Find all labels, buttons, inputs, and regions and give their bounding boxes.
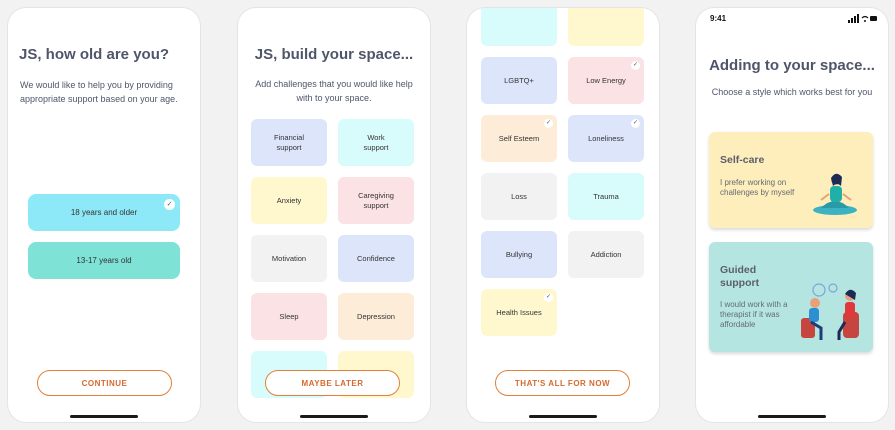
guided-support-card[interactable]: Guided support I would work with a thera… xyxy=(709,242,873,352)
chip-label: Bullying xyxy=(505,249,533,259)
therapy-session-illustration xyxy=(801,283,859,340)
chip-loneliness[interactable]: Loneliness ✓ xyxy=(568,115,644,162)
chip-sleep[interactable]: Sleep xyxy=(251,293,327,340)
chip-label: Loneliness xyxy=(588,133,624,143)
chip-loss[interactable]: Loss xyxy=(481,173,557,220)
style-title: Adding to your space... xyxy=(709,57,875,74)
chip-label: Low Energy xyxy=(586,75,626,85)
thats-all-button[interactable]: THAT'S ALL FOR NOW xyxy=(495,370,630,396)
status-time: 9:41 xyxy=(710,14,727,23)
chip-self-esteem[interactable]: Self Esteem ✓ xyxy=(481,115,557,162)
self-care-card[interactable]: Self-care I prefer working on challenges… xyxy=(709,132,873,228)
age-option-label: 13-17 years old xyxy=(76,256,132,265)
card-title: Self-care xyxy=(720,154,765,166)
maybe-later-button[interactable]: MAYBE LATER xyxy=(265,370,400,396)
chip-partial[interactable] xyxy=(481,8,557,46)
chip-partial[interactable] xyxy=(568,8,644,46)
chip-low-energy[interactable]: Low Energy ✓ xyxy=(568,57,644,104)
chip-lgbtq[interactable]: LGBTQ+ xyxy=(481,57,557,104)
card-body: I prefer working on challenges by myself xyxy=(720,178,795,197)
home-indicator xyxy=(529,415,597,418)
chip-label: Confidence xyxy=(357,253,395,263)
chip-label: Loss xyxy=(511,191,527,201)
check-icon: ✓ xyxy=(164,199,175,210)
meditating-person-illustration xyxy=(813,173,857,215)
chip-depression[interactable]: Depression xyxy=(338,293,414,340)
age-title: JS, how old are you? xyxy=(19,46,170,63)
build-space-subtitle: Add challenges that you would like help … xyxy=(255,79,413,103)
check-icon: ✓ xyxy=(631,119,640,128)
chip-label: Trauma xyxy=(593,191,619,201)
chip-financial-support[interactable]: Financial support xyxy=(251,119,327,166)
build-space-title: JS, build your space... xyxy=(254,46,414,63)
status-icons xyxy=(848,14,878,25)
age-option-adult[interactable]: 18 years and older ✓ xyxy=(28,194,180,231)
chip-motivation[interactable]: Motivation xyxy=(251,235,327,282)
chip-label: Caregiving support xyxy=(358,190,394,210)
chip-label: Self Esteem xyxy=(498,133,540,143)
home-indicator xyxy=(300,415,368,418)
chip-label: Financial support xyxy=(273,132,304,152)
chip-label: Sleep xyxy=(279,311,299,321)
chip-label: Depression xyxy=(357,311,395,321)
chip-caregiving-support[interactable]: Caregiving support xyxy=(338,177,414,224)
style-subtitle: Choose a style which works best for you xyxy=(711,87,873,97)
home-indicator xyxy=(70,415,138,418)
age-option-label: 18 years and older xyxy=(70,208,138,217)
card-title: Guided support xyxy=(720,264,760,289)
age-subtitle: We would like to help you by providing a… xyxy=(20,80,178,104)
chip-trauma[interactable]: Trauma xyxy=(568,173,644,220)
chip-health-issues[interactable]: Health Issues ✓ xyxy=(481,289,557,336)
chip-label: Anxiety xyxy=(276,195,302,205)
signal-wifi-battery-icon xyxy=(848,14,877,23)
chip-label: LGBTQ+ xyxy=(504,75,534,85)
chip-label: Health Issues xyxy=(496,307,542,317)
continue-button[interactable]: CONTINUE xyxy=(37,370,172,396)
chip-confidence[interactable]: Confidence xyxy=(338,235,414,282)
chip-label: Work support xyxy=(363,132,389,152)
challenges-scrolled-screen: LGBTQ+ Low Energy ✓ Self Esteem ✓ Loneline… xyxy=(467,8,659,422)
card-body: I would work with a therapist if it was … xyxy=(720,300,788,329)
chip-anxiety[interactable]: Anxiety xyxy=(251,177,327,224)
chip-bullying[interactable]: Bullying xyxy=(481,231,557,278)
chip-addiction[interactable]: Addiction xyxy=(568,231,644,278)
build-space-screen: JS, build your space... Add challenges t… xyxy=(238,8,430,422)
check-icon: ✓ xyxy=(631,61,640,70)
chip-work-support[interactable]: Work support xyxy=(338,119,414,166)
check-icon: ✓ xyxy=(544,119,553,128)
status-bar: 9:41 xyxy=(710,14,878,26)
chip-label: Motivation xyxy=(271,253,307,263)
chip-label: Addiction xyxy=(590,249,622,259)
check-icon: ✓ xyxy=(544,293,553,302)
home-indicator xyxy=(758,415,826,418)
age-option-teen[interactable]: 13-17 years old xyxy=(28,242,180,279)
age-screen: JS, how old are you? We would like to he… xyxy=(8,8,200,422)
choose-style-screen: 9:41 Adding to your space... Choose a st… xyxy=(696,8,888,422)
